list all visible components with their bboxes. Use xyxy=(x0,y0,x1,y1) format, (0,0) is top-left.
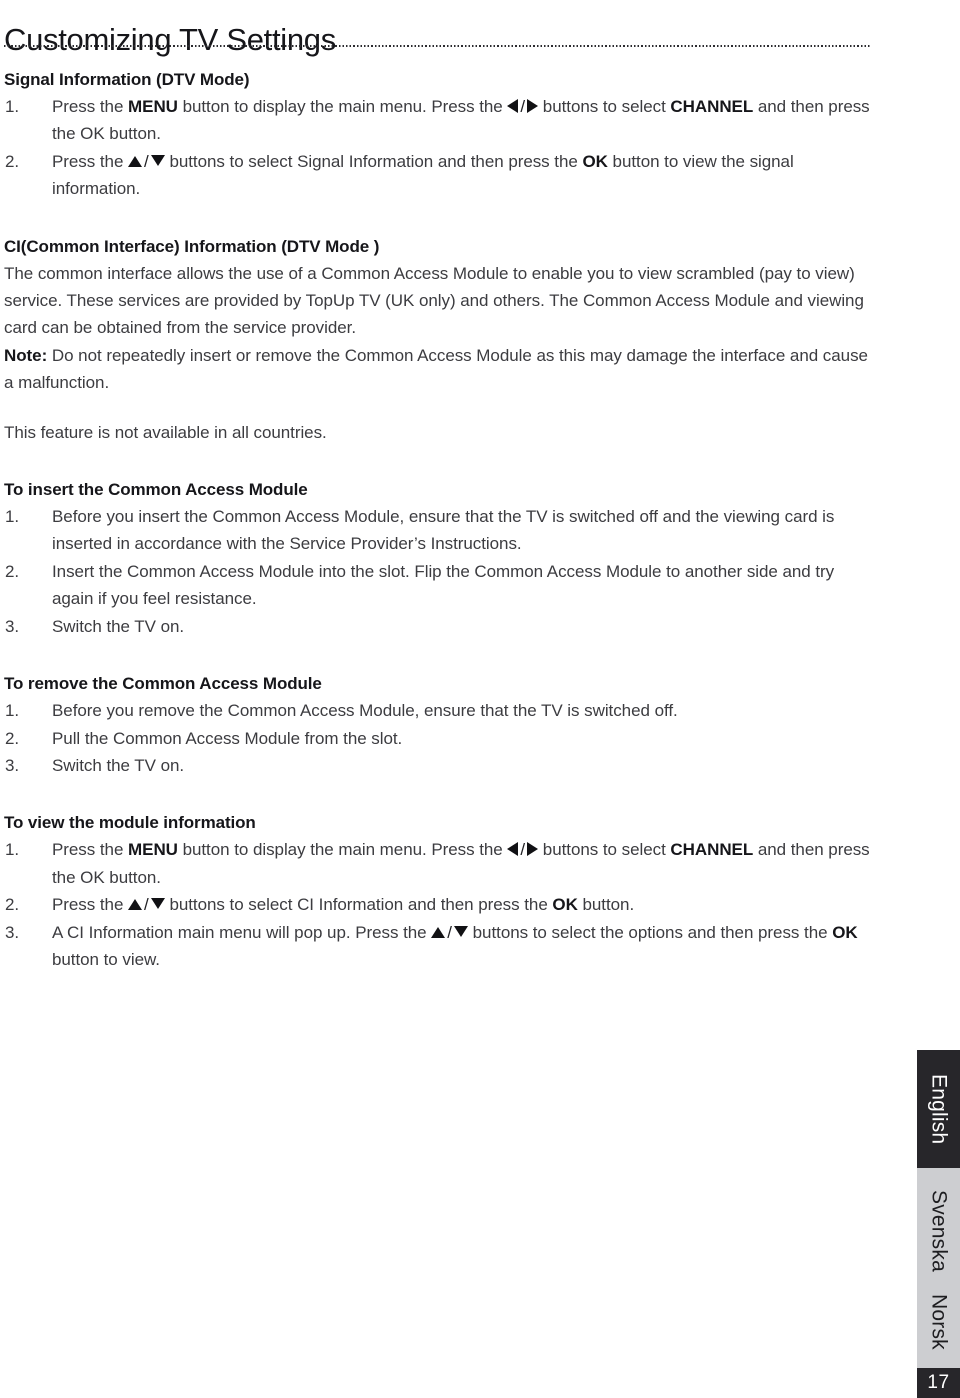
paragraph-ci-note: Note: Do not repeatedly insert or remove… xyxy=(4,342,872,397)
list-item-text: Press the xyxy=(52,895,129,915)
list-item-number: 2. xyxy=(5,561,20,581)
emphasized-text: MENU xyxy=(128,97,178,116)
list-item: 1. Before you remove the Common Access Mo… xyxy=(4,697,872,724)
up-down-arrow-icons: / xyxy=(128,148,165,175)
list-item-number: 2. xyxy=(5,151,20,171)
list-item-number: 1. xyxy=(5,507,20,527)
steps-signal-information: 1. Press the MENU button to display the m… xyxy=(4,93,872,203)
list-item-text: Press the xyxy=(52,840,129,860)
list-item: 3. Switch the TV on. xyxy=(4,752,872,779)
language-tab-group-inactive[interactable]: Svenska Norsk xyxy=(917,1168,960,1368)
arrow-up-icon xyxy=(128,899,143,911)
document-page: Customizing TV Settings Signal Informati… xyxy=(0,0,960,1398)
list-item-text: Press the xyxy=(52,97,129,116)
emphasized-text: OK xyxy=(552,895,578,915)
page-number: 17 xyxy=(917,1368,960,1398)
left-right-arrow-icons: / xyxy=(507,93,539,120)
list-item-text: button to display the main menu. Press t… xyxy=(177,840,508,860)
arrow-left-icon xyxy=(507,99,519,113)
list-item-text: button. xyxy=(577,895,635,915)
language-tab-english-label: English xyxy=(927,1073,951,1145)
emphasized-text: OK xyxy=(832,922,858,942)
list-item-text: buttons to select xyxy=(538,97,671,116)
arrow-separator: / xyxy=(520,97,526,116)
list-item: 1. Press the MENU button to display the m… xyxy=(4,93,872,148)
up-down-arrow-icons: / xyxy=(128,891,165,918)
up-down-arrow-icons: / xyxy=(431,919,468,946)
emphasized-text: OK xyxy=(582,151,608,171)
language-tab-english[interactable]: English xyxy=(917,1050,960,1168)
paragraph-ci-description: The common interface allows the use of a… xyxy=(4,263,864,338)
list-item-number: 2. xyxy=(5,895,20,915)
list-item-text: Before you remove the Common Access Modu… xyxy=(52,701,678,721)
list-item-number: 1. xyxy=(5,97,20,116)
list-item: 1. Press the MENU button to display the m… xyxy=(4,836,872,891)
language-tab-svenska-label: Svenska xyxy=(927,1190,951,1273)
steps-view-module-information: 1. Press the MENU button to display the m… xyxy=(4,836,872,973)
list-item-number: 1. xyxy=(5,840,20,860)
list-item: 1. Before you insert the Common Access Mo… xyxy=(4,503,872,558)
list-item-text: buttons to select xyxy=(538,840,671,860)
list-item-text: Before you insert the Common Access Modu… xyxy=(52,507,835,554)
list-item-number: 3. xyxy=(5,922,20,942)
emphasized-text: MENU xyxy=(128,840,178,860)
arrow-right-icon xyxy=(527,99,539,113)
arrow-up-icon xyxy=(128,155,143,167)
list-item-text: Switch the TV on. xyxy=(52,616,185,636)
list-item-text: button to display the main menu. Press t… xyxy=(177,97,508,116)
list-item: 2. Pull the Common Access Module from the… xyxy=(4,725,872,752)
list-item-text: button to view. xyxy=(52,949,160,969)
title-divider xyxy=(4,45,871,47)
list-item-text: buttons to select the options and then p… xyxy=(467,922,833,942)
list-item: 2. Press the / buttons to select Signal I… xyxy=(4,148,872,203)
arrow-right-icon xyxy=(527,842,539,857)
arrow-separator: / xyxy=(144,895,149,915)
heading-insert-module: To insert the Common Access Module xyxy=(4,480,308,500)
list-item: 3. A CI Information main menu will pop up… xyxy=(4,919,872,974)
list-item: 2. Insert the Common Access Module into t… xyxy=(4,558,872,613)
list-item-text: Switch the TV on. xyxy=(52,755,185,775)
heading-signal-information: Signal Information (DTV Mode) xyxy=(4,70,250,89)
emphasized-text: CHANNEL xyxy=(670,840,754,860)
list-item-number: 1. xyxy=(5,701,20,721)
language-tab-norsk-label: Norsk xyxy=(927,1294,951,1350)
page-title: Customizing TV Settings xyxy=(4,21,336,57)
steps-insert-module: 1. Before you insert the Common Access Mo… xyxy=(4,503,872,640)
steps-remove-module: 1. Before you remove the Common Access Mo… xyxy=(4,697,872,779)
heading-view-module-information: To view the module information xyxy=(4,813,256,833)
arrow-separator: / xyxy=(520,840,526,860)
list-item-number: 2. xyxy=(5,728,20,748)
list-item-text: Insert the Common Access Module into the… xyxy=(52,561,835,609)
list-item-text: A CI Information main menu will pop up. … xyxy=(52,922,432,942)
heading-remove-module: To remove the Common Access Module xyxy=(4,674,322,694)
language-tab-strip: English Svenska Norsk 17 xyxy=(917,1050,960,1398)
emphasized-text: CHANNEL xyxy=(670,97,754,116)
arrow-down-icon xyxy=(150,154,165,166)
list-item-text: buttons to select Signal Information and… xyxy=(164,151,583,171)
document-content: Signal Information (DTV Mode) 1. Press th… xyxy=(4,66,872,973)
arrow-up-icon xyxy=(431,926,446,938)
arrow-left-icon xyxy=(507,842,519,857)
arrow-separator: / xyxy=(144,151,149,171)
note-label: Note: xyxy=(4,345,48,365)
note-text: Do not repeatedly insert or remove the C… xyxy=(4,345,868,393)
list-item-text: buttons to select CI Information and the… xyxy=(164,895,553,915)
paragraph-availability: This feature is not available in all cou… xyxy=(4,422,327,442)
arrow-down-icon xyxy=(453,925,468,937)
list-item-number: 3. xyxy=(5,616,20,636)
left-right-arrow-icons: / xyxy=(507,836,539,863)
arrow-separator: / xyxy=(447,922,452,942)
list-item-text: Press the xyxy=(52,151,129,171)
list-item-number: 3. xyxy=(5,755,20,775)
list-item: 3. Switch the TV on. xyxy=(4,613,872,640)
arrow-down-icon xyxy=(150,898,165,910)
heading-ci-information: CI(Common Interface) Information (DTV Mo… xyxy=(4,236,380,256)
list-item-text: Pull the Common Access Module from the s… xyxy=(52,728,403,748)
list-item: 2. Press the / buttons to select CI Infor… xyxy=(4,891,872,918)
